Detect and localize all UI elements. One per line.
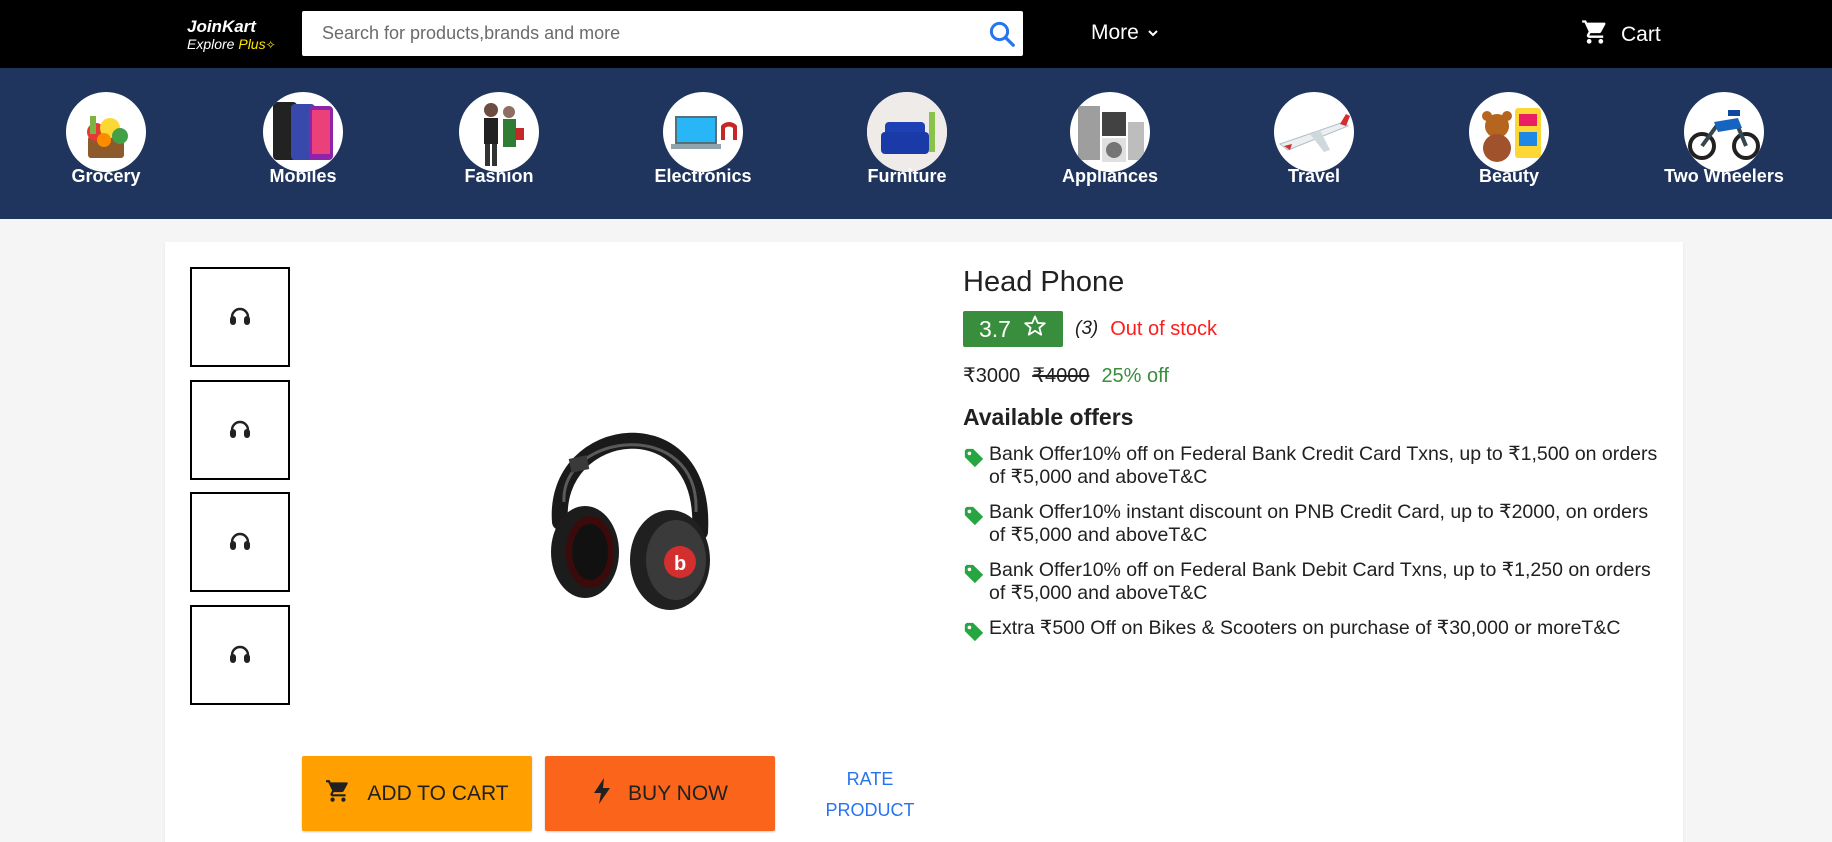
travel-icon — [1274, 92, 1354, 172]
offer-text: Bank Offer10% instant discount on PNB Cr… — [989, 501, 1649, 546]
more-menu[interactable]: More — [1091, 21, 1159, 45]
cart-label: Cart — [1621, 23, 1661, 46]
rating-badge: 3.7 — [963, 311, 1063, 347]
thumbnail-2[interactable] — [190, 380, 290, 480]
category-label: Beauty — [1478, 166, 1540, 186]
category-furniture[interactable]: Furniture — [832, 92, 982, 187]
cart-icon — [325, 778, 351, 810]
add-to-cart-button[interactable]: ADD TO CART — [302, 756, 532, 831]
price: ₹3000 — [963, 365, 1021, 387]
category-travel[interactable]: Travel — [1239, 92, 1389, 187]
chevron-down-icon — [1147, 21, 1159, 45]
offer-text: Extra ₹500 Off on Bikes & Scooters on pu… — [989, 617, 1621, 639]
offer-item: Bank Offer10% off on Federal Bank Credit… — [963, 443, 1663, 489]
category-fashion[interactable]: Fashion — [424, 92, 574, 187]
offer-tag-icon — [963, 447, 985, 475]
category-label: Mobiles — [269, 166, 337, 186]
category-label: Travel — [1287, 166, 1341, 186]
appliances-icon — [1070, 92, 1150, 172]
price-row: ₹3000 ₹4000 25% off — [963, 363, 1663, 388]
product-info: Head Phone 3.7 (3) Out of stock ₹3000 ₹4… — [963, 266, 1663, 661]
thumbnail-4[interactable] — [190, 605, 290, 705]
offers-heading: Available offers — [963, 404, 1134, 430]
category-beauty[interactable]: Beauty — [1434, 92, 1584, 187]
category-label: Fashion — [464, 166, 534, 186]
offer-item: Extra ₹500 Off on Bikes & Scooters on pu… — [963, 617, 1663, 649]
offer-text: Bank Offer10% off on Federal Bank Debit … — [989, 559, 1651, 604]
cart-link[interactable]: Cart — [1581, 18, 1661, 52]
offer-item: Bank Offer10% instant discount on PNB Cr… — [963, 501, 1663, 547]
thumbnail-3[interactable] — [190, 492, 290, 592]
original-price: ₹4000 — [1032, 365, 1090, 387]
offer-tag-icon — [963, 505, 985, 533]
plus-star-icon: ✧ — [265, 38, 276, 52]
electronics-icon — [663, 92, 743, 172]
two-wheelers-icon — [1684, 92, 1764, 172]
rate-label-line1: RATE — [846, 769, 894, 789]
logo-tagline-text: Explore — [187, 36, 235, 52]
headphone-thumbnail-icon — [229, 528, 251, 557]
buy-now-label: BUY NOW — [628, 781, 728, 805]
headphone-thumbnail-icon — [229, 641, 251, 670]
headphone-thumbnail-icon — [229, 416, 251, 445]
category-bar: Grocery Mobiles Fashion Electronics Furn… — [0, 68, 1832, 219]
stock-status: Out of stock — [1110, 317, 1217, 340]
site-logo[interactable]: JoinKart Explore Plus✧ — [187, 17, 276, 54]
svg-text:b: b — [674, 553, 686, 575]
search-input[interactable] — [302, 11, 962, 56]
category-label: Appliances — [1061, 166, 1159, 186]
discount: 25% off — [1101, 365, 1169, 387]
rating-row: 3.7 (3) Out of stock — [963, 311, 1663, 347]
thumbnail-1[interactable] — [190, 267, 290, 367]
more-label: More — [1091, 21, 1139, 44]
category-two-wheelers[interactable]: Two Wheelers — [1649, 92, 1799, 187]
category-label: Grocery — [71, 166, 141, 186]
category-grocery[interactable]: Grocery — [31, 92, 181, 187]
logo-name: JoinKart — [187, 17, 256, 36]
offer-text: Bank Offer10% off on Federal Bank Credit… — [989, 443, 1658, 488]
add-to-cart-label: ADD TO CART — [367, 781, 509, 805]
category-label: Electronics — [654, 166, 752, 186]
top-header: JoinKart Explore Plus✧ More Cart — [0, 0, 1832, 68]
search-box — [302, 11, 1023, 56]
product-title: Head Phone — [963, 266, 1125, 298]
lightning-icon — [592, 777, 612, 811]
rating-value: 3.7 — [979, 315, 1011, 342]
logo-plus-text: Plus — [238, 36, 266, 52]
fashion-icon — [459, 92, 539, 172]
rate-label-line2: PRODUCT — [825, 800, 915, 820]
offers-list: Bank Offer10% off on Federal Bank Credit… — [963, 443, 1663, 649]
review-count: (3) — [1075, 318, 1099, 339]
offer-tag-icon — [963, 621, 985, 649]
offer-item: Bank Offer10% off on Federal Bank Debit … — [963, 559, 1663, 605]
category-appliances[interactable]: Appliances — [1035, 92, 1185, 187]
star-icon — [1023, 314, 1047, 344]
offer-tag-icon — [963, 563, 985, 591]
search-icon[interactable] — [987, 19, 1017, 49]
cart-icon — [1581, 18, 1609, 52]
beauty-icon — [1469, 92, 1549, 172]
product-card: b ADD TO CART BUY NOW RATE PRODUCT Head … — [165, 242, 1683, 842]
rate-product-link[interactable]: RATE PRODUCT — [815, 764, 925, 826]
category-electronics[interactable]: Electronics — [628, 92, 778, 187]
product-main-image: b — [530, 382, 730, 622]
headphone-thumbnail-icon — [229, 303, 251, 332]
category-label: Two Wheelers — [1664, 166, 1784, 186]
mobiles-icon — [263, 92, 343, 172]
category-label: Furniture — [867, 166, 947, 186]
furniture-icon — [867, 92, 947, 172]
logo-tagline: Explore Plus✧ — [187, 36, 276, 54]
category-mobiles[interactable]: Mobiles — [228, 92, 378, 187]
buy-now-button[interactable]: BUY NOW — [545, 756, 775, 831]
grocery-icon — [66, 92, 146, 172]
